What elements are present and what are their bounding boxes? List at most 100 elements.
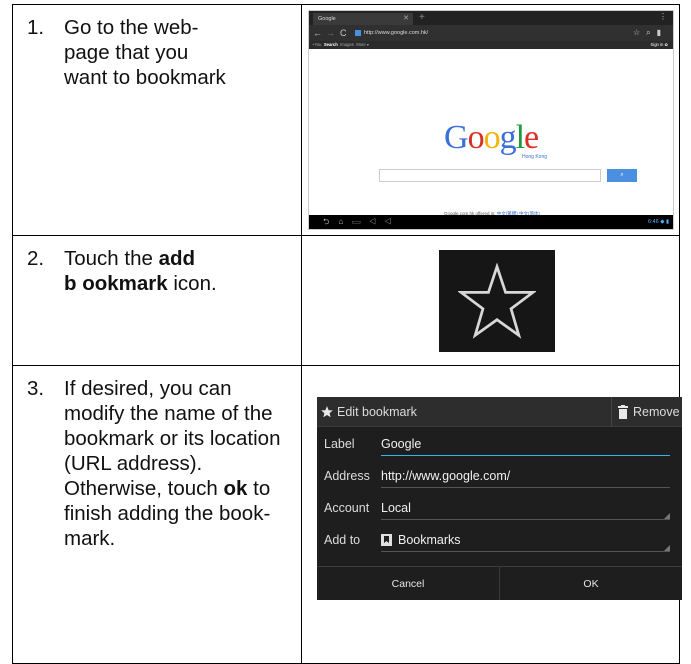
step-3: 3. If desired, you can modify the name o… [27, 376, 291, 551]
tab-title: Google [318, 16, 336, 22]
step-1-line: page that you [64, 41, 189, 64]
select-underline [381, 519, 670, 520]
back-icon[interactable]: ← [313, 25, 322, 41]
gear-icon[interactable]: ✿ [664, 42, 668, 47]
system-bar: ⮌⌂▭◁◁ 6:46 ◆ ▮ [309, 215, 673, 229]
bookmarks-icon[interactable]: ▮ [657, 28, 667, 37]
dropdown-indicator-icon [664, 513, 670, 519]
logo-letter: l [515, 119, 526, 156]
close-icon[interactable]: ✕ [403, 13, 409, 25]
gbar-you-link[interactable]: +You [312, 42, 322, 47]
signin-link[interactable]: Sign in [651, 42, 664, 47]
address-row: Address http://www.google.com/ [317, 460, 682, 492]
dialog-title: Edit bookmark [320, 397, 417, 427]
home-icon[interactable]: ⌂ [338, 217, 352, 226]
gbar-images-link[interactable]: Images [340, 42, 354, 47]
gbar-more-link[interactable]: More [356, 42, 366, 47]
edit-bookmark-dialog: Edit bookmark Remove Label Google Addres… [317, 397, 682, 600]
nav-buttons: ⮌⌂▭◁◁ [323, 215, 400, 229]
google-bar-links: +You Search Images More ▾ [312, 42, 370, 47]
google-search-button[interactable]: ⌕ [607, 169, 637, 182]
dialog-title-text: Edit bookmark [337, 405, 417, 419]
logo-subtitle: Hong Kong [522, 154, 548, 160]
search-icon[interactable]: ⌕ [646, 28, 656, 37]
step-number: 2. [27, 247, 45, 270]
address-label: Address [324, 469, 370, 483]
wifi-icon: ◆ [660, 219, 665, 225]
star-icon[interactable]: ☆ [633, 28, 646, 37]
step-1-line: Go to the web- [64, 16, 199, 39]
search-icon: ⌕ [620, 172, 624, 178]
forward-icon[interactable]: → [326, 25, 335, 41]
logo-letter: e [524, 119, 539, 156]
input-underline [381, 454, 670, 456]
step-1: 1. Go to the web- page that you want to … [27, 15, 291, 90]
reload-icon[interactable]: C [340, 25, 347, 41]
step-row-2: 2. Touch the add b ookmark icon. [12, 235, 680, 366]
step-1-image-cell: Google ✕ + ⋮ ← → C http://www.google.com… [301, 4, 680, 236]
new-tab-icon[interactable]: + [419, 12, 425, 24]
star-icon[interactable] [458, 263, 536, 339]
instructions-table: 1. Go to the web- page that you want to … [12, 4, 682, 664]
dropdown-indicator-icon [664, 545, 670, 551]
step-2-bold: b ookmark [64, 272, 168, 295]
google-logo: Google [444, 119, 539, 157]
bookmark-folder-icon [381, 534, 392, 546]
status-area: 6:46 ◆ ▮ [648, 215, 669, 229]
volume-up-icon[interactable]: ◁ [385, 217, 400, 226]
step-2-text: icon. [167, 272, 217, 295]
gbar-signin[interactable]: Sign in ✿ [651, 41, 669, 49]
step-1-text-cell: 1. Go to the web- page that you want to … [12, 4, 302, 236]
select-underline [381, 551, 670, 552]
account-label: Account [324, 501, 370, 515]
remove-label: Remove [633, 405, 680, 419]
cancel-button[interactable]: Cancel [317, 567, 499, 600]
menu-icon[interactable]: ⋮ [659, 12, 667, 21]
step-1-line: want to bookmark [64, 66, 226, 89]
address-field[interactable]: http://www.google.com.hk/ [355, 28, 515, 38]
step-number: 3. [27, 377, 45, 400]
dialog-header: Edit bookmark Remove [317, 397, 682, 427]
dialog-buttons: Cancel OK [317, 566, 682, 600]
logo-letter: o [467, 119, 485, 156]
label-row: Label Google [317, 428, 682, 460]
logo-letter: g [499, 119, 517, 156]
step-3-image-cell: Edit bookmark Remove Label Google Addres… [301, 365, 682, 664]
ok-button[interactable]: OK [499, 567, 682, 600]
gbar-search-link[interactable]: Search [324, 42, 338, 47]
google-bar: +You Search Images More ▾ Sign in ✿ [309, 41, 673, 49]
remove-button[interactable]: Remove [611, 397, 682, 427]
step-2: 2. Touch the add b ookmark icon. [27, 246, 291, 296]
step-number: 1. [27, 16, 45, 39]
step-3-body: If desired, you can modify the name of t… [64, 376, 291, 551]
step-2-image-cell [301, 235, 680, 366]
browser-tab[interactable]: Google ✕ [313, 13, 413, 25]
add-to-label: Add to [324, 533, 361, 547]
battery-icon: ▮ [665, 219, 669, 225]
back-nav-icon[interactable]: ⮌ [323, 217, 338, 226]
step-3-text-cell: 3. If desired, you can modify the name o… [12, 365, 302, 664]
volume-down-icon[interactable]: ◁ [369, 217, 384, 226]
tab-bar: Google ✕ + ⋮ [309, 11, 673, 25]
step-row-1: 1. Go to the web- page that you want to … [12, 4, 680, 236]
trash-icon [618, 405, 628, 419]
star-icon [321, 406, 333, 418]
logo-letter: G [444, 119, 469, 156]
url-bar: ← → C http://www.google.com.hk/ ☆⌕▮ [309, 25, 673, 41]
step-2-body: Touch the add b ookmark icon. [64, 246, 291, 296]
step-2-text-cell: 2. Touch the add b ookmark icon. [12, 235, 302, 366]
url-bar-icons: ☆⌕▮ [633, 25, 667, 41]
step-2-text: Touch the [64, 247, 159, 270]
logo-letter: o [483, 119, 501, 156]
add-to-row: Add to Bookmarks [317, 524, 682, 556]
step-row-3: 3. If desired, you can modify the name o… [12, 365, 682, 664]
clock: 6:46 [647, 219, 659, 225]
input-underline [381, 487, 670, 488]
add-bookmark-icon-image [439, 250, 555, 352]
step-2-bold: add [158, 247, 196, 270]
browser-screenshot: Google ✕ + ⋮ ← → C http://www.google.com… [308, 10, 674, 230]
google-search-input[interactable] [379, 169, 601, 182]
account-row: Account Local [317, 492, 682, 524]
step-3-bold: ok [223, 477, 248, 500]
recents-icon[interactable]: ▭ [352, 217, 369, 226]
